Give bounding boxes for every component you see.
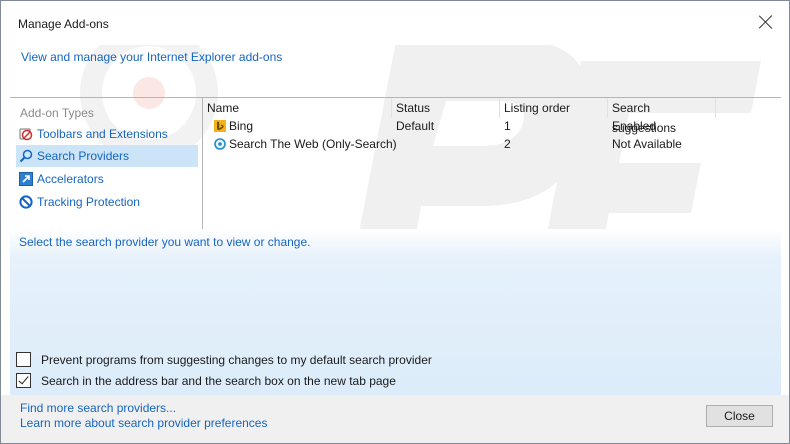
find-more-providers-link[interactable]: Find more search providers... xyxy=(20,401,176,415)
provider-search-suggestions: Enabled xyxy=(612,119,657,133)
provider-name: Bing xyxy=(229,119,254,133)
search-providers-list: Name Status Listing order Search suggest… xyxy=(203,98,781,229)
column-header-search-suggestions[interactable]: Search suggestions xyxy=(608,98,716,135)
search-address-bar-checkbox[interactable] xyxy=(16,373,31,388)
close-button[interactable]: Close xyxy=(706,405,773,427)
learn-more-preferences-link[interactable]: Learn more about search provider prefere… xyxy=(20,416,267,430)
provider-listing-order: 1 xyxy=(504,119,511,133)
type-item-tracking-protection[interactable]: Tracking Protection xyxy=(16,191,198,213)
bing-icon xyxy=(214,120,226,132)
footer: Find more search providers... Learn more… xyxy=(1,395,789,443)
select-provider-prompt: Select the search provider you want to v… xyxy=(19,235,311,249)
prevent-changes-checkbox[interactable] xyxy=(16,352,31,367)
addon-types-heading: Add-on Types xyxy=(20,106,94,120)
type-item-search-providers[interactable]: Search Providers xyxy=(16,145,198,167)
provider-name-cell: Search The Web (Only-Search) xyxy=(214,135,397,153)
accelerators-icon xyxy=(19,172,33,186)
manage-addons-link[interactable]: View and manage your Internet Explorer a… xyxy=(21,50,282,64)
main-area: Add-on Types Toolbars and Extensions Sea… xyxy=(10,97,781,230)
addon-types-panel: Add-on Types Toolbars and Extensions Sea… xyxy=(10,98,203,229)
type-item-toolbars-extensions[interactable]: Toolbars and Extensions xyxy=(16,123,198,145)
provider-listing-order: 2 xyxy=(504,137,511,151)
column-header-listing-order[interactable]: Listing order xyxy=(500,98,608,118)
prevent-changes-option[interactable]: Prevent programs from suggesting changes… xyxy=(16,352,432,367)
toolbars-extensions-icon xyxy=(19,128,33,141)
title-bar: Manage Add-ons xyxy=(1,1,789,45)
type-item-label: Search Providers xyxy=(37,149,130,163)
type-item-label: Accelerators xyxy=(37,172,104,186)
column-header-status[interactable]: Status xyxy=(392,98,500,118)
search-icon xyxy=(19,149,33,163)
column-header-name[interactable]: Name xyxy=(203,98,392,118)
search-address-bar-option[interactable]: Search in the address bar and the search… xyxy=(16,373,396,388)
provider-search-suggestions: Not Available xyxy=(612,137,682,151)
type-item-label: Toolbars and Extensions xyxy=(37,127,168,141)
details-pane: Select the search provider you want to v… xyxy=(10,229,781,395)
tracking-protection-icon xyxy=(19,195,33,209)
globe-search-icon xyxy=(214,138,226,150)
manage-addons-window: risk.com Manage Add-ons View and manage … xyxy=(0,0,790,444)
type-item-accelerators[interactable]: Accelerators xyxy=(16,168,198,190)
prevent-changes-label[interactable]: Prevent programs from suggesting changes… xyxy=(41,353,432,367)
search-address-bar-label[interactable]: Search in the address bar and the search… xyxy=(41,374,396,388)
provider-name-cell: Bing xyxy=(214,117,253,135)
table-row-bing[interactable]: Bing Default 1 Enabled xyxy=(203,117,781,135)
window-title: Manage Add-ons xyxy=(18,17,109,31)
provider-name: Search The Web (Only-Search) xyxy=(229,137,397,151)
type-item-label: Tracking Protection xyxy=(37,195,140,209)
close-icon[interactable] xyxy=(757,13,775,31)
table-row-search-the-web[interactable]: Search The Web (Only-Search) 2 Not Avail… xyxy=(203,135,781,153)
provider-status: Default xyxy=(396,119,435,133)
